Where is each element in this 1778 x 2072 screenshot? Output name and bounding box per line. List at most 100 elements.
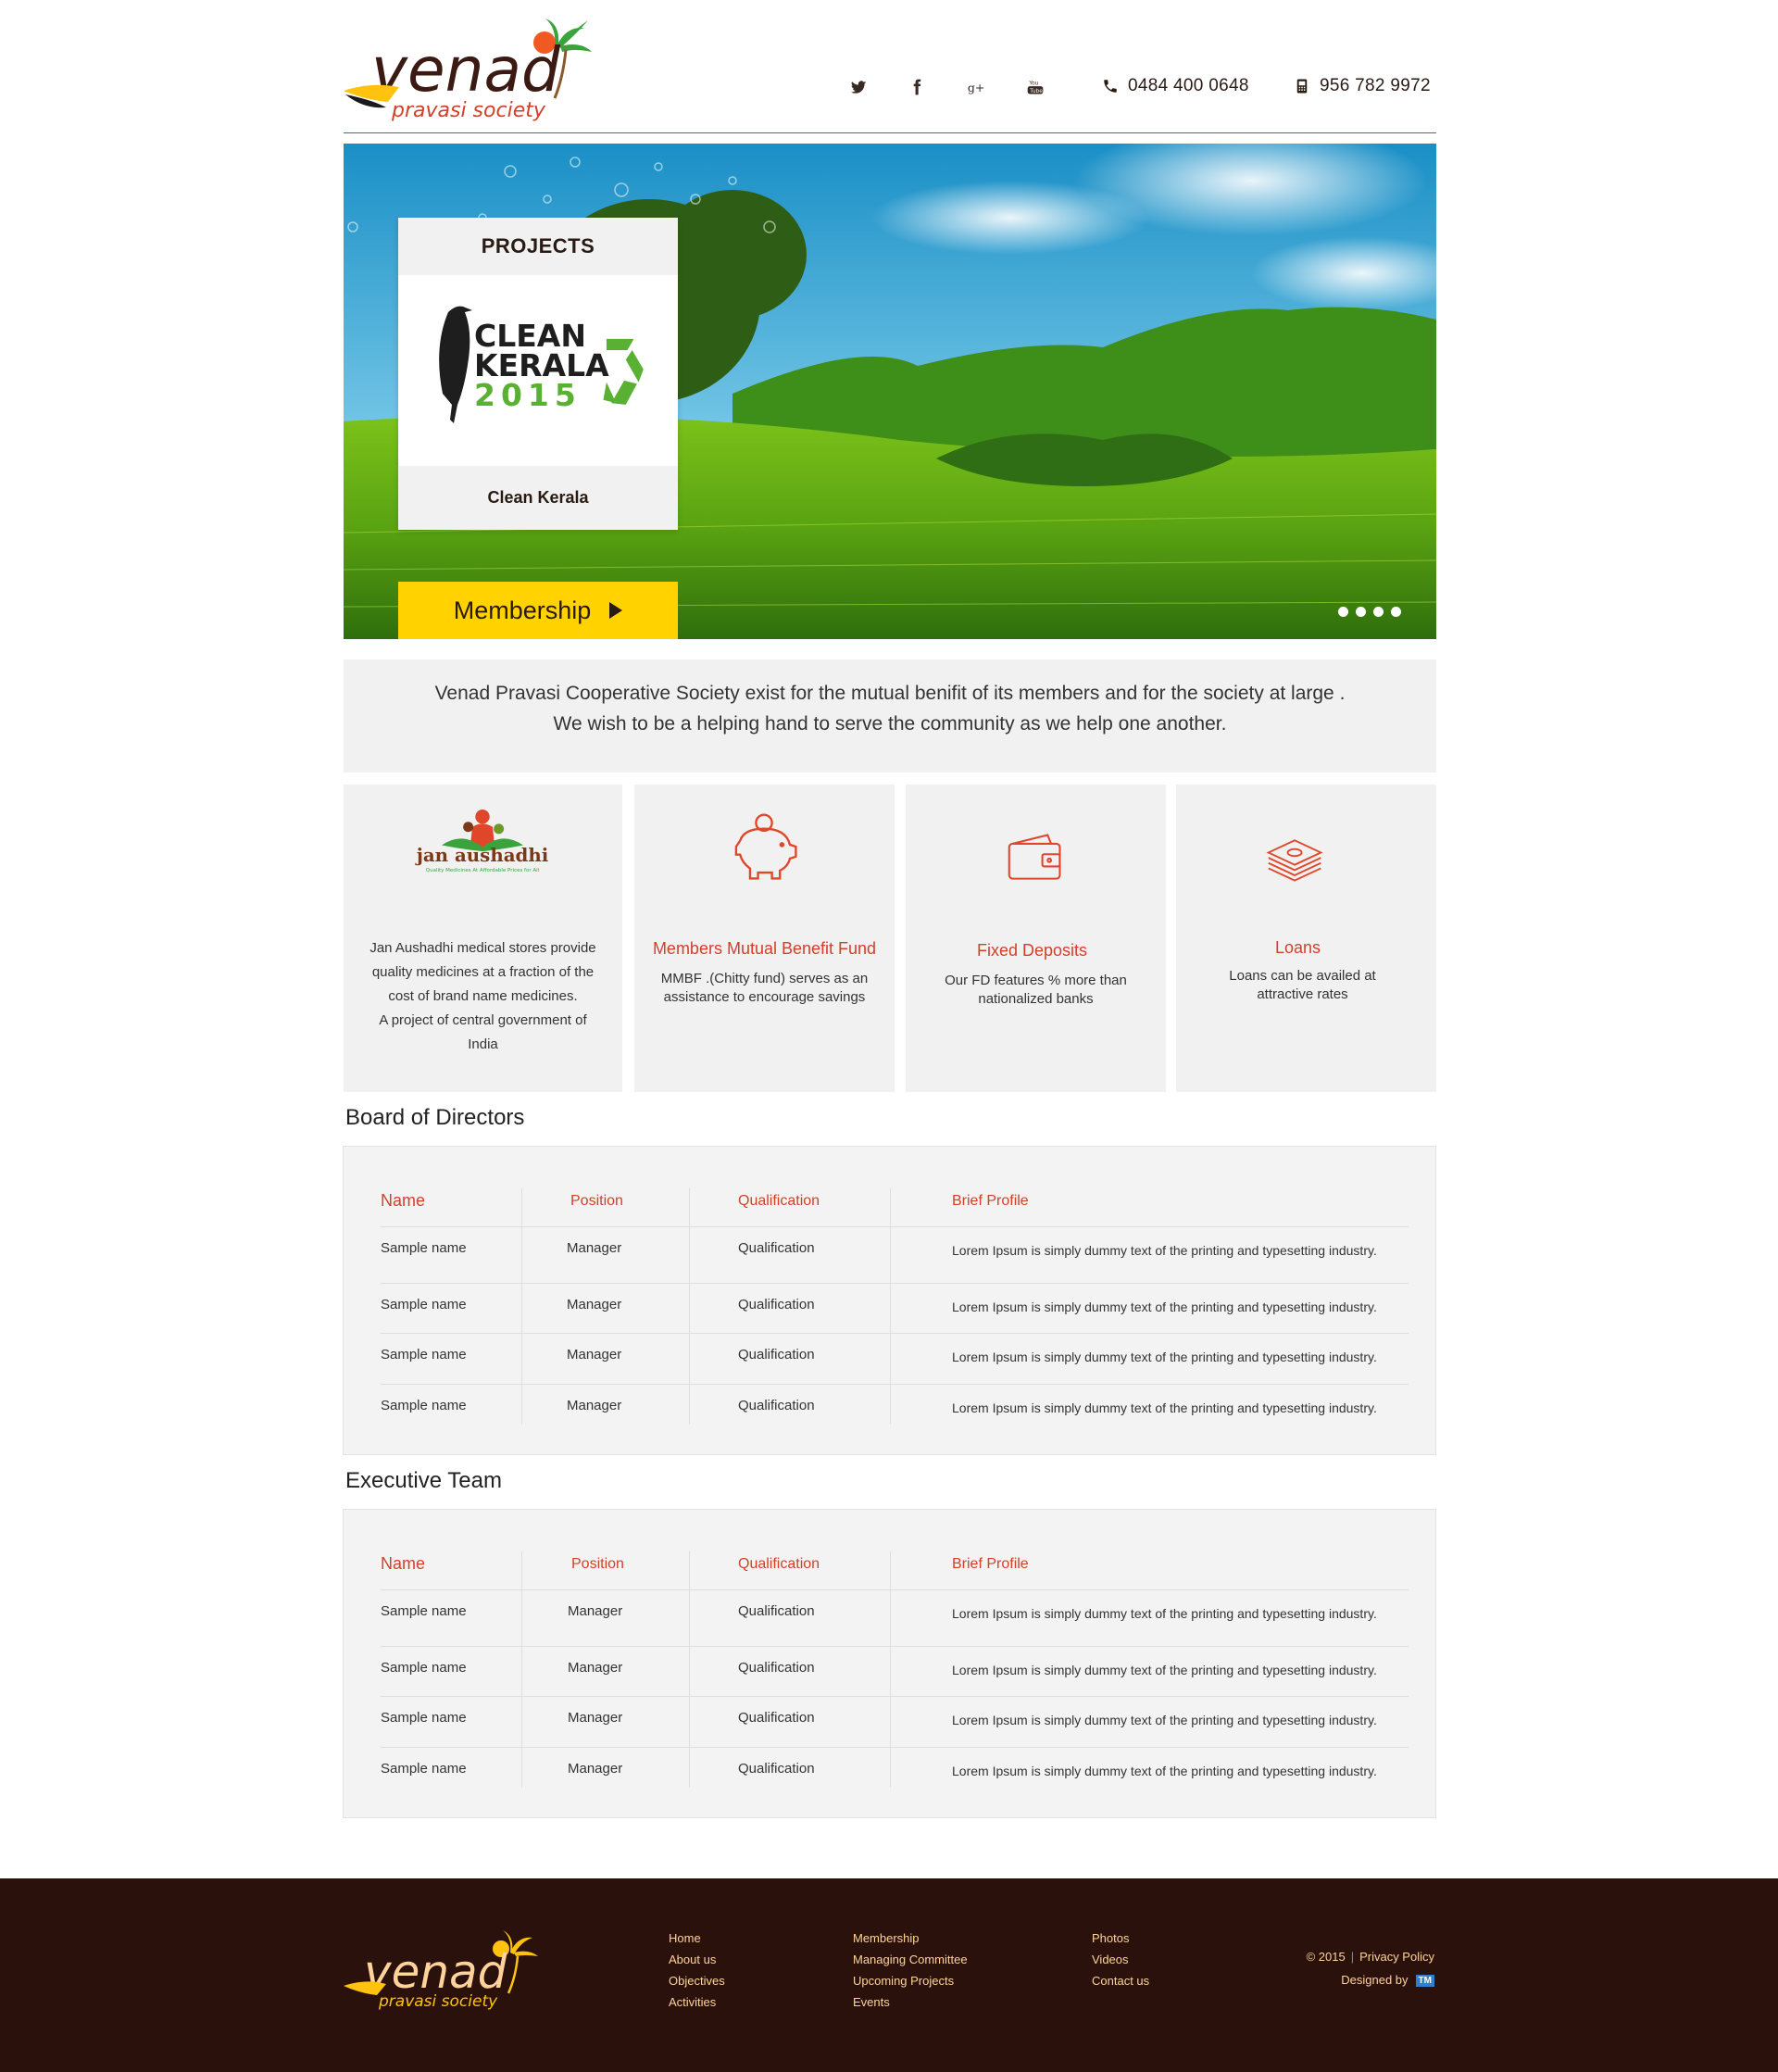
loans-text-2: attractive rates <box>1257 986 1348 1002</box>
site-footer: venad pravasi society Home About us Obje… <box>0 1878 1778 2072</box>
exec-header-qualification: Qualification <box>738 1556 820 1572</box>
footer-column-1: Home About us Objectives Activities <box>669 1932 725 2009</box>
mobile-icon <box>1296 79 1308 94</box>
project-logo-year: 2015 <box>474 377 582 413</box>
jan-text-1: Jan Aushadhi medical stores provide <box>369 940 596 956</box>
copyright: © 2015 <box>1306 1950 1346 1964</box>
cell-position: Manager <box>567 1347 622 1362</box>
svg-text:Quality Medicines At Affordabl: Quality Medicines At Affordable Prices f… <box>426 868 540 873</box>
designed-by-label: Designed by <box>1341 1973 1409 1987</box>
svg-text:pravasi society: pravasi society <box>378 1992 498 2010</box>
svg-text:You: You <box>1028 82 1038 87</box>
cell-brief: Lorem Ipsum is simply dummy text of the … <box>952 1764 1377 1778</box>
project-name: Clean Kerala <box>487 488 589 507</box>
venad-logo[interactable]: venad pravasi society <box>344 13 621 124</box>
footer-link-objectives[interactable]: Objectives <box>669 1975 725 1988</box>
fd-title: Fixed Deposits <box>976 941 1088 960</box>
slider-dot[interactable] <box>1373 607 1384 617</box>
loans-card[interactable]: Loans Loans can be availed at attractive… <box>1176 785 1436 1092</box>
fd-text-2: nationalized banks <box>978 991 1094 1007</box>
jan-text-2: quality medicines at a fraction of the <box>371 964 595 980</box>
cell-name: Sample name <box>381 1398 467 1413</box>
mobile-number[interactable]: 956 782 9972 <box>1294 76 1431 96</box>
recycle-icon <box>603 338 644 405</box>
cell-brief: Lorem Ipsum is simply dummy text of the … <box>952 1606 1377 1621</box>
footer-legal: © 2015 | Privacy Policy Designed by TM <box>1307 1950 1434 1996</box>
cell-qualification: Qualification <box>738 1347 815 1362</box>
cell-position: Manager <box>567 1297 622 1312</box>
cell-position: Manager <box>568 1761 623 1777</box>
footer-link-home[interactable]: Home <box>669 1932 725 1945</box>
play-arrow-icon <box>609 602 623 619</box>
cell-position: Manager <box>567 1398 622 1413</box>
footer-link-videos[interactable]: Videos <box>1092 1953 1149 1966</box>
google-plus-icon[interactable]: g+ <box>963 74 989 100</box>
footer-link-upcoming-projects[interactable]: Upcoming Projects <box>853 1975 968 1988</box>
footer-link-contact[interactable]: Contact us <box>1092 1975 1149 1988</box>
youtube-icon[interactable]: You Tube <box>1022 74 1048 100</box>
table-row: Sample name Manager Qualification Lorem … <box>381 1333 1409 1384</box>
clean-kerala-logo: CLEAN KERALA 2015 <box>398 275 678 466</box>
cell-qualification: Qualification <box>738 1398 815 1413</box>
cell-brief: Lorem Ipsum is simply dummy text of the … <box>952 1243 1377 1258</box>
slider-dot[interactable] <box>1338 607 1348 617</box>
exec-header-position: Position <box>571 1556 624 1572</box>
footer-link-photos[interactable]: Photos <box>1092 1932 1149 1945</box>
mobile-text: 956 782 9972 <box>1320 76 1431 95</box>
jan-aushadhi-logo: jan aushadhi Quality Medicines At Afford… <box>415 810 549 873</box>
fd-text-1: Our FD features % more than <box>945 973 1127 988</box>
board-header-qualification: Qualification <box>738 1193 820 1209</box>
cell-position: Manager <box>567 1240 622 1256</box>
loans-title: Loans <box>1274 938 1321 957</box>
piggy-bank-icon <box>734 813 797 880</box>
slider-dot[interactable] <box>1356 607 1366 617</box>
table-row: Sample name Manager Qualification Lorem … <box>381 1384 1409 1425</box>
svg-text:g+: g+ <box>968 81 984 94</box>
jan-text-5: India <box>468 1036 498 1052</box>
intro-panel: Venad Pravasi Cooperative Society exist … <box>344 659 1436 772</box>
crow-icon <box>439 306 472 423</box>
fixed-deposits-card[interactable]: Fixed Deposits Our FD features % more th… <box>906 785 1166 1092</box>
phone-icon <box>1104 80 1117 93</box>
cell-position: Manager <box>568 1660 623 1676</box>
cell-position: Manager <box>568 1603 623 1619</box>
footer-venad-logo[interactable]: venad pravasi society <box>344 1928 557 2010</box>
mmbf-text-1: MMBF .(Chitty fund) serves as an <box>660 971 869 986</box>
footer-link-activities[interactable]: Activities <box>669 1996 725 2009</box>
privacy-policy-link[interactable]: Privacy Policy <box>1359 1950 1434 1964</box>
slider-dots <box>1338 607 1401 617</box>
mmbf-title: Members Mutual Benefit Fund <box>652 939 877 958</box>
project-card[interactable]: PROJECTS CLEAN KERALA 2015 Clean Kerala <box>398 218 678 530</box>
phone-number[interactable]: 0484 400 0648 <box>1102 76 1249 96</box>
executive-title: Executive Team <box>345 1468 502 1493</box>
membership-button[interactable]: Membership <box>398 582 678 639</box>
cell-qualification: Qualification <box>738 1660 815 1676</box>
mmbf-card[interactable]: Members Mutual Benefit Fund MMBF .(Chitt… <box>634 785 895 1092</box>
projects-heading: PROJECTS <box>481 234 595 257</box>
cell-brief: Lorem Ipsum is simply dummy text of the … <box>952 1713 1377 1727</box>
footer-link-managing-committee[interactable]: Managing Committee <box>853 1953 968 1966</box>
footer-link-membership[interactable]: Membership <box>853 1932 968 1945</box>
cell-brief: Lorem Ipsum is simply dummy text of the … <box>952 1300 1377 1314</box>
table-row: Sample name Manager Qualification Lorem … <box>381 1646 1409 1696</box>
exec-header-name: Name <box>381 1554 426 1573</box>
cell-qualification: Qualification <box>738 1240 815 1256</box>
table-row: Sample name Manager Qualification Lorem … <box>381 1747 1409 1789</box>
wallet-icon <box>1008 834 1061 880</box>
board-table: Name Position Qualification Brief Profil… <box>343 1146 1436 1455</box>
site-header: venad pravasi society g+ You Tube 0484 40… <box>344 0 1436 133</box>
svg-text:venad: venad <box>371 34 561 106</box>
cell-qualification: Qualification <box>738 1710 815 1726</box>
jan-aushadhi-card[interactable]: jan aushadhi Quality Medicines At Afford… <box>344 785 622 1092</box>
footer-link-events[interactable]: Events <box>853 1996 968 2009</box>
svg-text:jan aushadhi: jan aushadhi <box>415 844 549 866</box>
footer-link-about[interactable]: About us <box>669 1953 725 1966</box>
slider-dot[interactable] <box>1391 607 1401 617</box>
board-header-brief: Brief Profile <box>952 1193 1029 1209</box>
designer-badge[interactable]: TM <box>1415 1975 1434 1988</box>
twitter-icon[interactable] <box>845 74 871 100</box>
footer-column-3: Photos Videos Contact us <box>1092 1932 1149 1988</box>
jan-text-3: cost of brand name medicines. <box>388 988 578 1004</box>
executive-table: Name Position Qualification Brief Profil… <box>343 1509 1436 1818</box>
facebook-icon[interactable] <box>904 74 930 100</box>
